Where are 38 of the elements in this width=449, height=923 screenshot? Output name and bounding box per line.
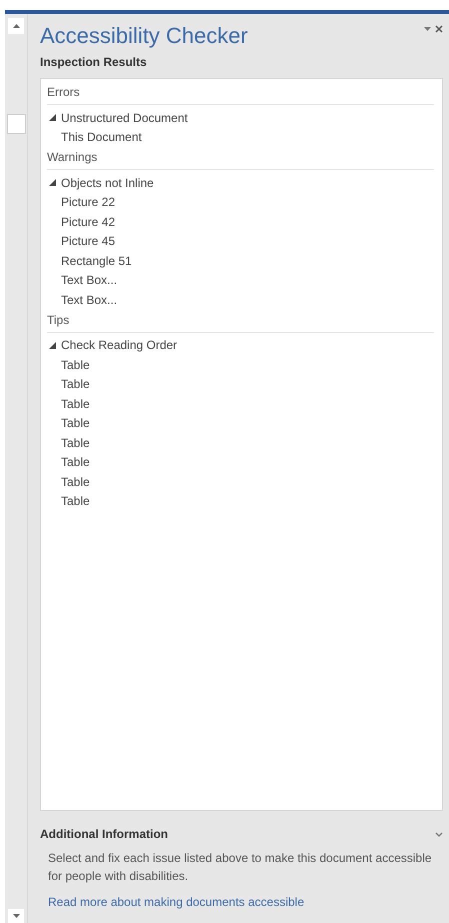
expanded-triangle-icon[interactable] (49, 114, 56, 122)
issue-item[interactable]: Table (61, 356, 90, 374)
scroll-down-button[interactable] (8, 909, 24, 923)
issue-item[interactable]: Table (61, 472, 90, 491)
issue-item[interactable]: Text Box... (61, 290, 118, 309)
section-heading: Inspection Results (40, 54, 148, 71)
expanded-triangle-icon[interactable] (49, 342, 56, 349)
issue-item[interactable]: Table (61, 414, 90, 432)
issue-item[interactable]: Table (61, 394, 90, 413)
issue-item[interactable]: Picture 22 (61, 193, 116, 212)
expanded-triangle-icon[interactable] (49, 179, 56, 186)
issue-item[interactable]: Table (61, 492, 90, 510)
category-heading: Tips (47, 312, 70, 326)
section-heading: Additional Information (40, 826, 168, 843)
scroll-thumb[interactable] (6, 114, 26, 134)
issue-item[interactable]: This Document (61, 128, 142, 146)
info-text: Select and fix each issue listed above to make this document accessible for people with disabilities. (48, 850, 433, 885)
caret-down-icon (12, 914, 20, 918)
scroll-up-button[interactable] (8, 18, 24, 34)
issue-item[interactable]: Picture 42 (61, 212, 116, 231)
pane-title: Accessibility Checker (40, 23, 248, 49)
scrollbar[interactable] (5, 14, 28, 923)
close-icon[interactable] (435, 25, 443, 33)
caret-up-icon (12, 24, 20, 28)
caret-down-icon[interactable] (424, 27, 431, 31)
issue-item[interactable]: Table (61, 453, 90, 472)
chevron-icon[interactable] (435, 832, 443, 836)
issue-item[interactable]: Rectangle 51 (61, 252, 132, 270)
issue-group[interactable]: Unstructured Document (61, 108, 188, 127)
issue-group[interactable]: Objects not Inline (61, 174, 154, 192)
category-heading: Errors (47, 85, 80, 99)
issue-item[interactable]: Table (61, 434, 90, 452)
issue-item[interactable]: Table (61, 375, 90, 394)
category-heading: Warnings (47, 150, 98, 164)
issue-item[interactable]: Text Box... (61, 271, 118, 290)
issue-group[interactable]: Check Reading Order (61, 336, 178, 354)
help-link[interactable]: Read more about making documents accessible (48, 893, 304, 911)
issue-item[interactable]: Picture 45 (61, 232, 116, 250)
